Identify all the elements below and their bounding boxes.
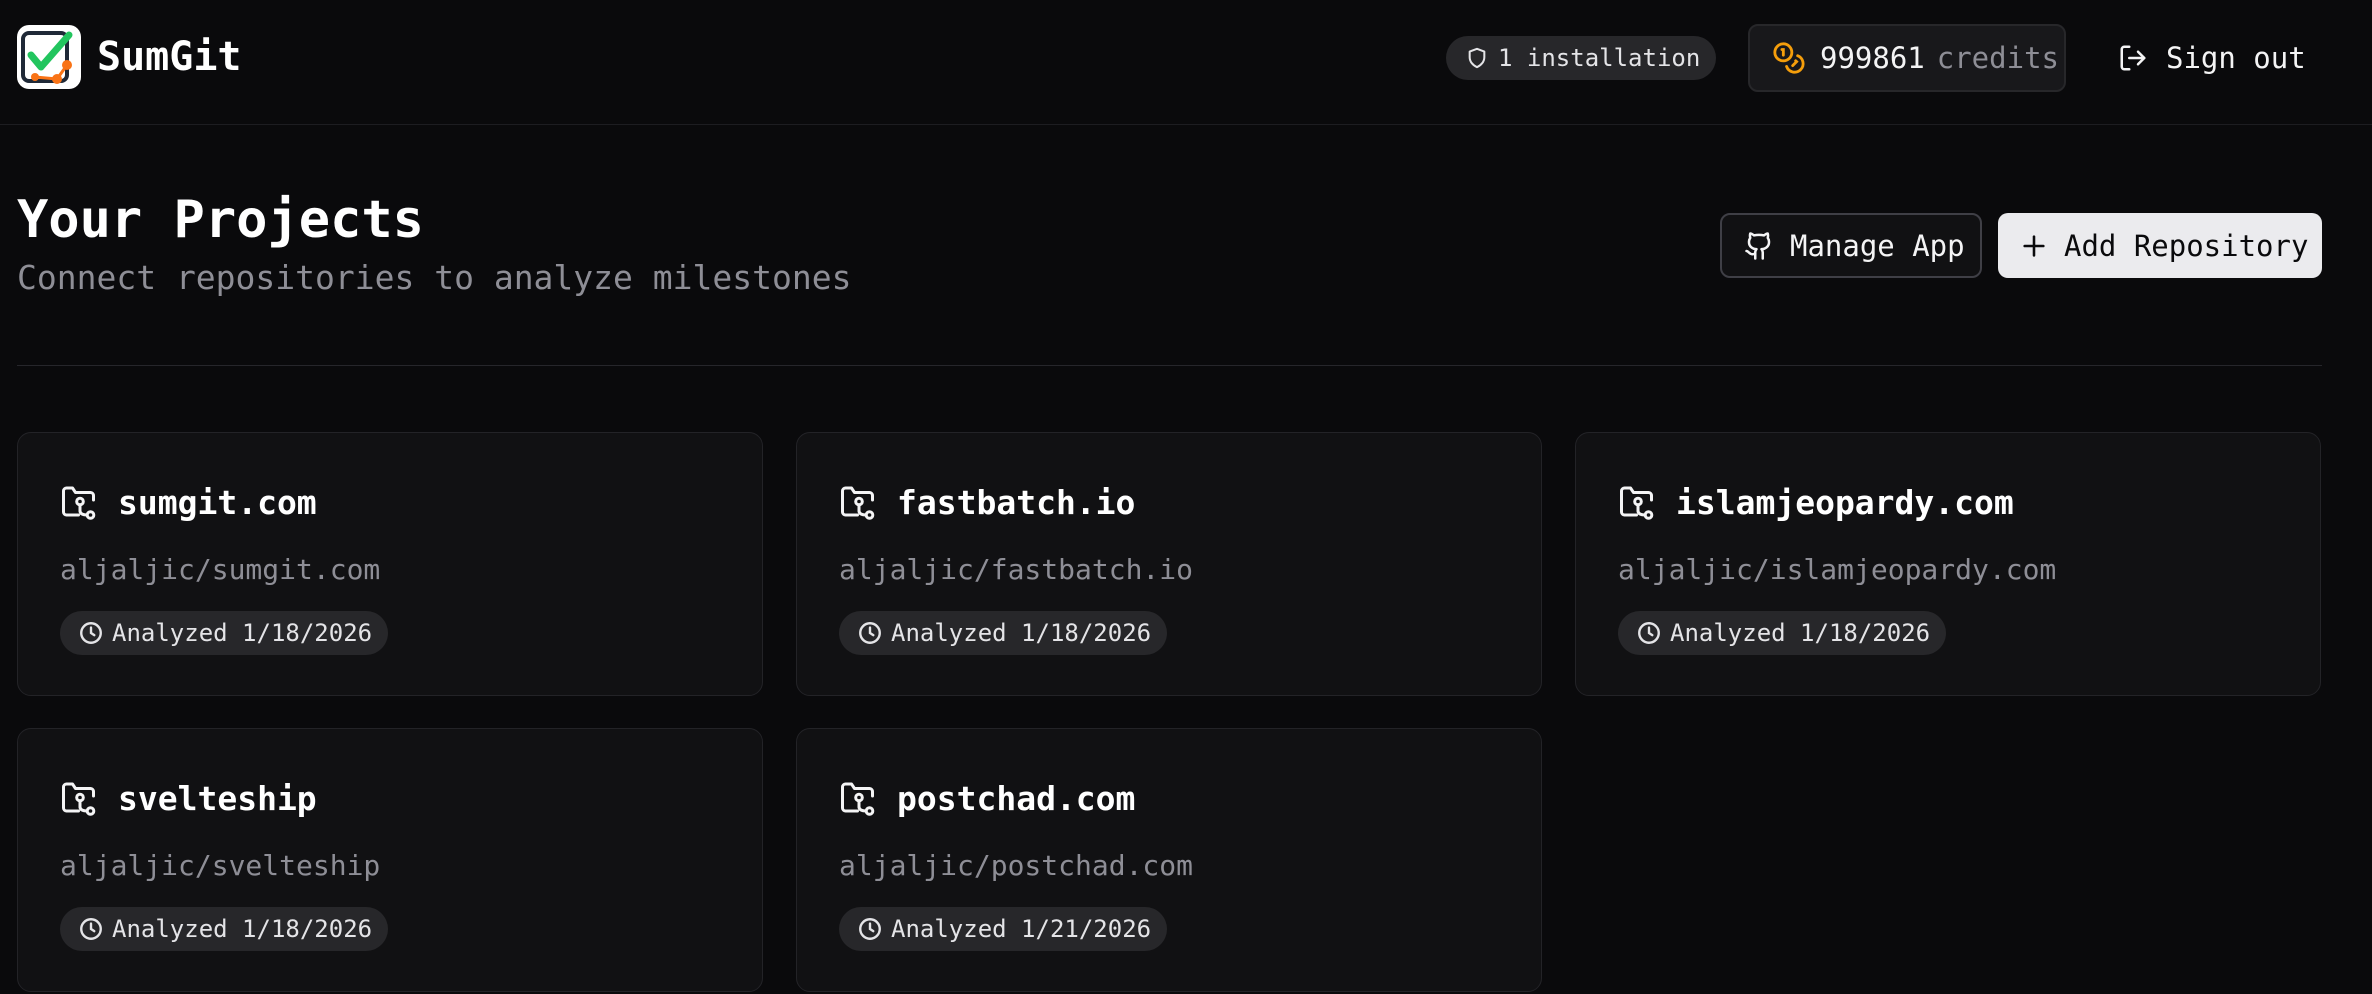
analyzed-date: Analyzed 1/18/2026 — [1670, 619, 1931, 647]
analyzed-date: Analyzed 1/18/2026 — [891, 619, 1152, 647]
project-repo: aljaljic/svelteship — [60, 849, 381, 882]
app-logo — [17, 25, 81, 89]
top-bar: SumGit 1 installation 999861 credits Sig… — [0, 0, 2372, 125]
github-icon — [1745, 231, 1771, 260]
project-card-postchad[interactable]: postchad.com aljaljic/postchad.com Analy… — [796, 728, 1542, 992]
sign-out-icon — [2120, 45, 2146, 71]
clock-icon — [80, 918, 102, 940]
project-repo: aljaljic/sumgit.com — [60, 553, 381, 586]
plus-icon — [2023, 234, 2045, 257]
project-repo: aljaljic/fastbatch.io — [839, 553, 1194, 586]
page-subtitle: Connect repositories to analyze mileston… — [17, 258, 852, 297]
analyzed-badge: Analyzed 1/18/2026 — [839, 611, 1167, 655]
folder-git-icon — [62, 486, 96, 520]
folder-git-icon — [1620, 486, 1654, 520]
analyzed-date: Analyzed 1/18/2026 — [112, 915, 373, 943]
sign-out-button[interactable]: Sign out — [2098, 24, 2318, 92]
shield-icon — [1468, 47, 1486, 69]
credits-display[interactable]: 999861 credits — [1748, 24, 2066, 92]
credits-unit: credits — [1936, 41, 2059, 75]
project-repo: aljaljic/islamjeopardy.com — [1618, 553, 2057, 586]
coins-icon — [1773, 42, 1805, 74]
clock-icon — [80, 622, 102, 644]
project-name: postchad.com — [897, 779, 1136, 818]
project-name: fastbatch.io — [897, 483, 1136, 522]
analyzed-badge: Analyzed 1/18/2026 — [60, 907, 388, 951]
analyzed-date: Analyzed 1/21/2026 — [891, 915, 1152, 943]
manage-app-label: Manage App — [1790, 228, 1965, 263]
analyzed-badge: Analyzed 1/18/2026 — [1618, 611, 1946, 655]
installation-badge[interactable]: 1 installation — [1446, 36, 1716, 80]
installation-count: 1 installation — [1498, 44, 1701, 72]
project-card-islamjeopardy[interactable]: islamjeopardy.com aljaljic/islamjeopardy… — [1575, 432, 2321, 696]
credits-value: 999861 — [1820, 41, 1925, 75]
project-repo: aljaljic/postchad.com — [839, 849, 1194, 882]
add-repository-label: Add Repository — [2064, 228, 2309, 263]
brand[interactable]: SumGit — [17, 25, 242, 89]
project-card-fastbatch[interactable]: fastbatch.io aljaljic/fastbatch.io Analy… — [796, 432, 1542, 696]
analyzed-badge: Analyzed 1/21/2026 — [839, 907, 1167, 951]
brand-name: SumGit — [97, 34, 242, 80]
project-card-sumgit[interactable]: sumgit.com aljaljic/sumgit.com Analyzed … — [17, 432, 763, 696]
analyzed-date: Analyzed 1/18/2026 — [112, 619, 373, 647]
folder-git-icon — [62, 782, 96, 816]
clock-icon — [1638, 622, 1660, 644]
clock-icon — [859, 918, 881, 940]
sign-out-label: Sign out — [2166, 41, 2306, 75]
project-name: sumgit.com — [118, 483, 317, 522]
project-card-svelteship[interactable]: svelteship aljaljic/svelteship Analyzed … — [17, 728, 763, 992]
page-title: Your Projects — [17, 190, 424, 250]
project-name: islamjeopardy.com — [1676, 483, 2014, 522]
folder-git-icon — [841, 486, 875, 520]
section-divider — [17, 365, 2322, 366]
folder-git-icon — [841, 782, 875, 816]
project-name: svelteship — [118, 779, 317, 818]
manage-app-button[interactable]: Manage App — [1720, 213, 1982, 278]
add-repository-button[interactable]: Add Repository — [1998, 213, 2322, 278]
clock-icon — [859, 622, 881, 644]
analyzed-badge: Analyzed 1/18/2026 — [60, 611, 388, 655]
